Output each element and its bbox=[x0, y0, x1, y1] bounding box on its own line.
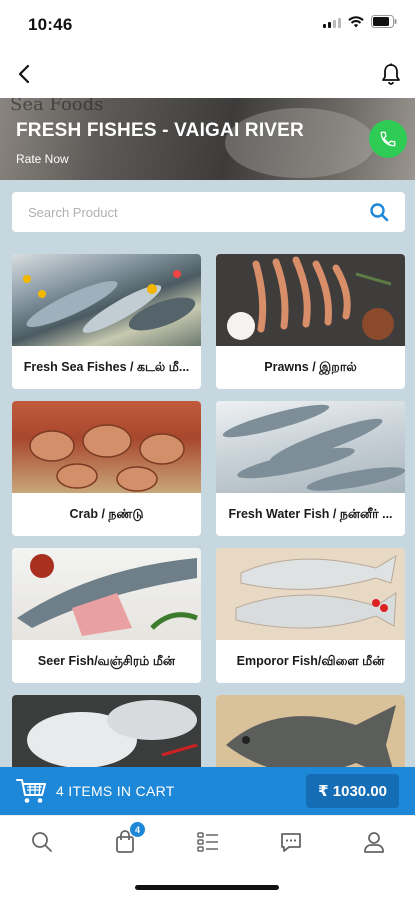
chevron-left-icon bbox=[18, 64, 30, 84]
signal-icon bbox=[323, 16, 341, 28]
cart-total[interactable]: ₹ 1030.00 bbox=[306, 774, 399, 808]
pomfret-image bbox=[12, 695, 201, 767]
category-label: Crab / நண்டு bbox=[69, 506, 144, 521]
category-card[interactable] bbox=[12, 695, 201, 767]
seer-fish-image bbox=[12, 548, 201, 640]
wifi-icon bbox=[348, 15, 364, 28]
search-icon bbox=[32, 832, 52, 852]
tab-chat[interactable] bbox=[277, 828, 305, 856]
cart-bar[interactable]: 4 ITEMS IN CART ₹ 1030.00 bbox=[0, 767, 415, 815]
tab-profile[interactable] bbox=[360, 828, 388, 856]
category-card[interactable]: Fresh Sea Fishes / கடல் மீ... bbox=[12, 254, 201, 389]
battery-icon bbox=[371, 15, 397, 28]
tab-search[interactable] bbox=[28, 828, 56, 856]
cart-items-count: 4 ITEMS IN CART bbox=[56, 783, 175, 799]
black-pomfret-image bbox=[216, 695, 405, 767]
cart-badge: 4 bbox=[130, 822, 145, 837]
category-card[interactable]: Emporor Fish/விளை மீன் bbox=[216, 548, 405, 683]
category-card[interactable] bbox=[216, 695, 405, 767]
search-icon bbox=[370, 203, 389, 222]
bottom-tab-bar: 4 bbox=[0, 815, 415, 867]
store-banner: Sea Foods FRESH FISHES - VAIGAI RIVER Ra… bbox=[0, 98, 415, 180]
banner-watermark: Sea Foods bbox=[10, 98, 104, 115]
rate-now-link[interactable]: Rate Now bbox=[16, 152, 69, 166]
chat-icon bbox=[281, 833, 301, 852]
list-icon bbox=[197, 832, 218, 852]
search-input[interactable] bbox=[12, 192, 352, 232]
nav-bar bbox=[0, 50, 415, 98]
call-button[interactable] bbox=[369, 120, 407, 158]
prawns-image bbox=[216, 254, 405, 346]
status-time: 10:46 bbox=[28, 15, 73, 34]
search-button[interactable] bbox=[369, 202, 389, 222]
notifications-button[interactable] bbox=[379, 62, 403, 86]
bell-icon bbox=[382, 63, 400, 85]
tab-cart[interactable]: 4 bbox=[111, 822, 145, 856]
crab-image bbox=[12, 401, 201, 493]
search-box bbox=[12, 192, 405, 232]
back-button[interactable] bbox=[12, 62, 36, 86]
emperor-fish-image bbox=[216, 548, 405, 640]
cart-icon bbox=[16, 777, 48, 805]
category-card[interactable]: Prawns / இறால் bbox=[216, 254, 405, 389]
category-label: Seer Fish/வஞ்சிரம் மீன் bbox=[37, 653, 176, 668]
category-label: Emporor Fish/விளை மீன் bbox=[236, 653, 385, 668]
tab-orders[interactable] bbox=[194, 828, 222, 856]
banner-fish-image bbox=[225, 108, 375, 178]
home-indicator bbox=[135, 885, 279, 890]
category-label: Fresh Sea Fishes / கடல் மீ... bbox=[23, 359, 190, 374]
sea-fishes-image bbox=[12, 254, 201, 346]
category-label: Prawns / இறால் bbox=[264, 359, 357, 374]
phone-icon bbox=[380, 131, 396, 147]
status-icons bbox=[323, 15, 397, 28]
category-content: Fresh Sea Fishes / கடல் மீ... Prawns / இ… bbox=[0, 180, 415, 767]
profile-icon bbox=[364, 832, 384, 853]
category-card[interactable]: Crab / நண்டு bbox=[12, 401, 201, 536]
category-card[interactable]: Fresh Water Fish / நன்னீர் ... bbox=[216, 401, 405, 536]
category-card[interactable]: Seer Fish/வஞ்சிரம் மீன் bbox=[12, 548, 201, 683]
store-title: FRESH FISHES - VAIGAI RIVER bbox=[16, 120, 304, 141]
status-bar: 10:46 bbox=[0, 0, 415, 50]
fresh-water-fish-image bbox=[216, 401, 405, 493]
category-label: Fresh Water Fish / நன்னீர் ... bbox=[228, 506, 393, 521]
